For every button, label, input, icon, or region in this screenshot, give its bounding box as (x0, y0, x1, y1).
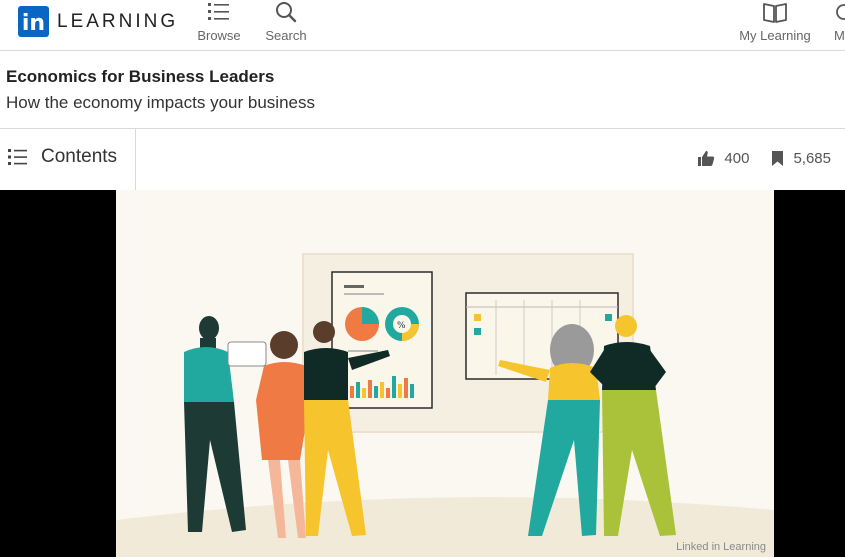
avatar-icon (836, 4, 845, 20)
contents-list-icon (8, 149, 27, 165)
video-player[interactable]: % Linked in Learning (0, 190, 845, 557)
video-frame[interactable]: % Linked in Learning (116, 190, 774, 557)
likes-count: 400 (724, 150, 750, 167)
book-icon (763, 3, 787, 23)
course-stats: 400 5,685 (697, 150, 831, 167)
search-icon (276, 2, 297, 23)
course-subtitle: How the economy impacts your business (6, 93, 315, 112)
video-illustration: % (116, 190, 774, 557)
nav-me-label: M (834, 28, 845, 43)
svg-text:%: % (397, 321, 406, 331)
nav-search-label: Search (265, 28, 307, 43)
linkedin-in-icon: in (18, 6, 49, 37)
contents-label: Contents (41, 146, 118, 167)
saves-count: 5,685 (793, 150, 831, 167)
contents-toggle[interactable]: Contents (8, 146, 117, 168)
list-icon (208, 3, 229, 20)
nav-browse[interactable]: Browse (197, 0, 241, 50)
bookmark-icon[interactable] (771, 150, 784, 167)
nav-browse-label: Browse (197, 28, 241, 43)
linkedin-learning-logo[interactable]: in LEARNING (18, 6, 178, 37)
course-title: Economics for Business Leaders (6, 67, 275, 86)
nav-me[interactable]: M (834, 0, 845, 50)
thumbs-up-icon[interactable] (697, 150, 715, 167)
logo-wordmark: LEARNING (57, 10, 179, 32)
top-nav-bar: in LEARNING Browse Search My Learning M (0, 0, 845, 51)
nav-my-learning[interactable]: My Learning (738, 0, 812, 50)
contents-separator (135, 129, 136, 190)
nav-search[interactable]: Search (265, 0, 307, 50)
nav-my-learning-label: My Learning (739, 28, 811, 43)
video-watermark: Linked in Learning (676, 541, 766, 553)
header-divider (0, 128, 845, 129)
